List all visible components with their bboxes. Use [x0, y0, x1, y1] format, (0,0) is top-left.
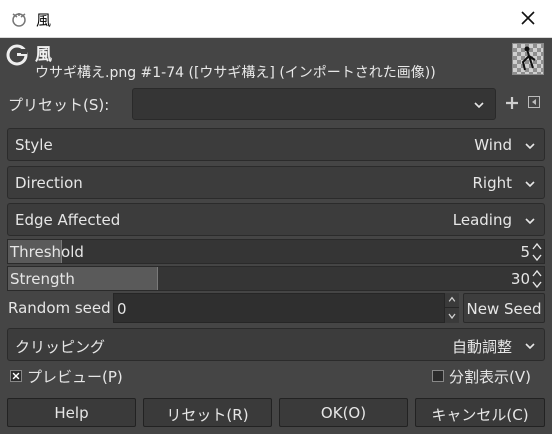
window-title: 風 [36, 11, 52, 29]
random-seed-input[interactable]: 0 [113, 293, 459, 323]
chevron-down-icon [525, 143, 535, 150]
split-view-label[interactable]: 分割表示(V) [449, 366, 531, 387]
clipping-label: クリッピング [15, 338, 106, 356]
edge-affected-label: Edge Affected [15, 211, 121, 229]
seed-down-icon[interactable] [445, 308, 459, 323]
wilber-icon [12, 13, 26, 27]
strength-slider[interactable]: Strength 30 [7, 266, 545, 291]
cancel-button[interactable]: キャンセル(C) [415, 398, 545, 427]
seed-spinner [444, 293, 459, 323]
edge-affected-combo[interactable]: Edge Affected Leading [7, 203, 545, 236]
help-button[interactable]: Help [7, 398, 136, 427]
reset-button[interactable]: リセット(R) [143, 398, 272, 427]
presets-combo[interactable] [132, 88, 496, 120]
direction-value: Right [472, 174, 513, 192]
figure-icon [521, 46, 536, 71]
presets-label: プリセット(S): [8, 96, 110, 114]
chevron-down-icon [525, 343, 535, 350]
style-value: Wind [474, 136, 512, 154]
strength-label: Strength [10, 270, 75, 288]
random-seed-label: Random seed [8, 299, 111, 317]
threshold-value: 5 [520, 243, 530, 261]
split-view-checkbox[interactable] [432, 370, 444, 382]
edge-affected-value: Leading [452, 211, 512, 229]
presets-row: プリセット(S): [0, 86, 552, 122]
clipping-value: 自動調整 [451, 338, 512, 356]
style-combo[interactable]: Style Wind [7, 128, 545, 161]
spin-arrows-icon[interactable] [532, 268, 542, 290]
ok-button[interactable]: OK(O) [279, 398, 408, 427]
preview-options: プレビュー(P) 分割表示(V) [0, 365, 552, 389]
title-bar: 風 [0, 0, 552, 38]
preview-checkbox[interactable] [10, 370, 22, 382]
image-info: ウサギ構え.png #1-74 ([ウサギ構え] (インポートされた画像)) [35, 65, 436, 81]
add-preset-icon[interactable] [505, 96, 519, 110]
threshold-label: Threshold [10, 243, 84, 261]
image-thumbnail [512, 43, 544, 75]
clipping-combo[interactable]: クリッピング 自動調整 [7, 328, 545, 361]
gimp-logo-icon [6, 44, 28, 66]
close-icon[interactable] [518, 8, 538, 28]
threshold-slider[interactable]: Threshold 5 [7, 239, 545, 264]
style-label: Style [15, 136, 53, 154]
random-seed-value: 0 [117, 300, 127, 318]
preset-menu-icon[interactable] [528, 96, 540, 108]
chevron-down-icon [525, 181, 535, 188]
preview-label[interactable]: プレビュー(P) [27, 366, 123, 387]
seed-up-icon[interactable] [445, 293, 459, 308]
direction-label: Direction [15, 174, 83, 192]
random-seed-row: Random seed 0 New Seed [0, 293, 552, 323]
strength-value: 30 [510, 270, 530, 288]
chevron-down-icon [525, 218, 535, 225]
chevron-down-icon [474, 102, 484, 109]
new-seed-button[interactable]: New Seed [463, 293, 545, 323]
direction-combo[interactable]: Direction Right [7, 166, 545, 199]
dialog-header: 風 ウサギ構え.png #1-74 ([ウサギ構え] (インポートされた画像)) [0, 38, 552, 82]
spin-arrows-icon[interactable] [532, 241, 542, 263]
